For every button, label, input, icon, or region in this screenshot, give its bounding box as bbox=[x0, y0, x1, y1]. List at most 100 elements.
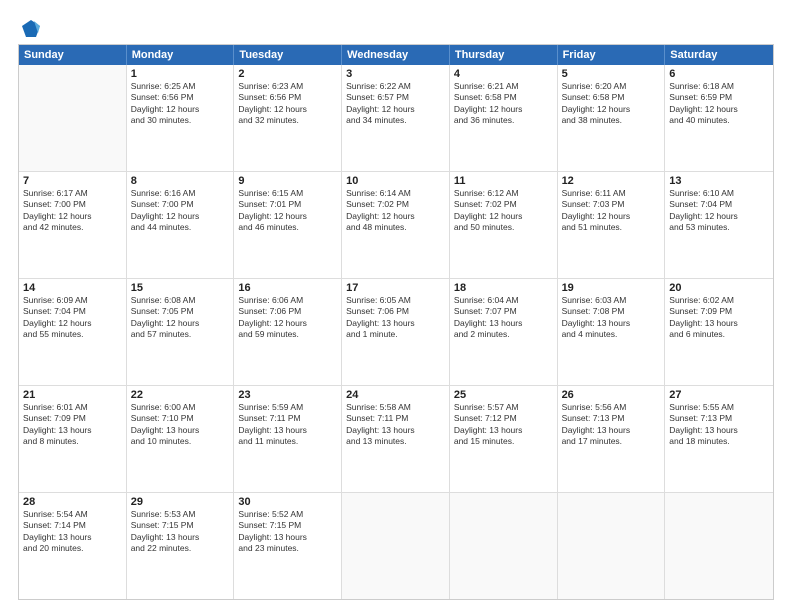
calendar-cell: 14Sunrise: 6:09 AM Sunset: 7:04 PM Dayli… bbox=[19, 279, 127, 385]
day-info: Sunrise: 5:58 AM Sunset: 7:11 PM Dayligh… bbox=[346, 402, 445, 448]
calendar-cell: 16Sunrise: 6:06 AM Sunset: 7:06 PM Dayli… bbox=[234, 279, 342, 385]
day-info: Sunrise: 6:06 AM Sunset: 7:06 PM Dayligh… bbox=[238, 295, 337, 341]
day-number: 20 bbox=[669, 282, 769, 294]
calendar-cell: 5Sunrise: 6:20 AM Sunset: 6:58 PM Daylig… bbox=[558, 65, 666, 171]
calendar-cell bbox=[19, 65, 127, 171]
day-number: 1 bbox=[131, 68, 230, 80]
calendar-cell: 19Sunrise: 6:03 AM Sunset: 7:08 PM Dayli… bbox=[558, 279, 666, 385]
day-number: 11 bbox=[454, 175, 553, 187]
calendar-body: 1Sunrise: 6:25 AM Sunset: 6:56 PM Daylig… bbox=[19, 65, 773, 599]
calendar-cell: 29Sunrise: 5:53 AM Sunset: 7:15 PM Dayli… bbox=[127, 493, 235, 599]
logo bbox=[18, 18, 42, 36]
header-wednesday: Wednesday bbox=[342, 45, 450, 65]
calendar-cell: 28Sunrise: 5:54 AM Sunset: 7:14 PM Dayli… bbox=[19, 493, 127, 599]
day-number: 3 bbox=[346, 68, 445, 80]
calendar-week-2: 7Sunrise: 6:17 AM Sunset: 7:00 PM Daylig… bbox=[19, 171, 773, 278]
calendar-cell: 26Sunrise: 5:56 AM Sunset: 7:13 PM Dayli… bbox=[558, 386, 666, 492]
calendar-cell: 1Sunrise: 6:25 AM Sunset: 6:56 PM Daylig… bbox=[127, 65, 235, 171]
calendar-cell: 4Sunrise: 6:21 AM Sunset: 6:58 PM Daylig… bbox=[450, 65, 558, 171]
day-number: 4 bbox=[454, 68, 553, 80]
day-number: 5 bbox=[562, 68, 661, 80]
calendar-cell: 17Sunrise: 6:05 AM Sunset: 7:06 PM Dayli… bbox=[342, 279, 450, 385]
day-number: 23 bbox=[238, 389, 337, 401]
calendar-cell: 21Sunrise: 6:01 AM Sunset: 7:09 PM Dayli… bbox=[19, 386, 127, 492]
day-number: 2 bbox=[238, 68, 337, 80]
calendar-cell: 10Sunrise: 6:14 AM Sunset: 7:02 PM Dayli… bbox=[342, 172, 450, 278]
day-number: 26 bbox=[562, 389, 661, 401]
logo-icon bbox=[20, 18, 42, 40]
calendar-cell: 24Sunrise: 5:58 AM Sunset: 7:11 PM Dayli… bbox=[342, 386, 450, 492]
calendar-week-3: 14Sunrise: 6:09 AM Sunset: 7:04 PM Dayli… bbox=[19, 278, 773, 385]
day-info: Sunrise: 6:22 AM Sunset: 6:57 PM Dayligh… bbox=[346, 81, 445, 127]
day-number: 24 bbox=[346, 389, 445, 401]
day-number: 7 bbox=[23, 175, 122, 187]
day-info: Sunrise: 5:59 AM Sunset: 7:11 PM Dayligh… bbox=[238, 402, 337, 448]
day-info: Sunrise: 6:14 AM Sunset: 7:02 PM Dayligh… bbox=[346, 188, 445, 234]
day-number: 16 bbox=[238, 282, 337, 294]
header-thursday: Thursday bbox=[450, 45, 558, 65]
header-tuesday: Tuesday bbox=[234, 45, 342, 65]
day-number: 21 bbox=[23, 389, 122, 401]
day-info: Sunrise: 6:18 AM Sunset: 6:59 PM Dayligh… bbox=[669, 81, 769, 127]
day-info: Sunrise: 6:00 AM Sunset: 7:10 PM Dayligh… bbox=[131, 402, 230, 448]
calendar-cell: 30Sunrise: 5:52 AM Sunset: 7:15 PM Dayli… bbox=[234, 493, 342, 599]
day-info: Sunrise: 6:25 AM Sunset: 6:56 PM Dayligh… bbox=[131, 81, 230, 127]
calendar-cell: 8Sunrise: 6:16 AM Sunset: 7:00 PM Daylig… bbox=[127, 172, 235, 278]
day-number: 17 bbox=[346, 282, 445, 294]
day-number: 19 bbox=[562, 282, 661, 294]
day-info: Sunrise: 6:08 AM Sunset: 7:05 PM Dayligh… bbox=[131, 295, 230, 341]
day-number: 9 bbox=[238, 175, 337, 187]
day-number: 25 bbox=[454, 389, 553, 401]
calendar-cell: 27Sunrise: 5:55 AM Sunset: 7:13 PM Dayli… bbox=[665, 386, 773, 492]
header bbox=[18, 18, 774, 36]
day-info: Sunrise: 5:53 AM Sunset: 7:15 PM Dayligh… bbox=[131, 509, 230, 555]
day-info: Sunrise: 6:17 AM Sunset: 7:00 PM Dayligh… bbox=[23, 188, 122, 234]
day-info: Sunrise: 6:12 AM Sunset: 7:02 PM Dayligh… bbox=[454, 188, 553, 234]
calendar-cell bbox=[342, 493, 450, 599]
calendar-cell: 9Sunrise: 6:15 AM Sunset: 7:01 PM Daylig… bbox=[234, 172, 342, 278]
header-sunday: Sunday bbox=[19, 45, 127, 65]
day-info: Sunrise: 6:16 AM Sunset: 7:00 PM Dayligh… bbox=[131, 188, 230, 234]
day-info: Sunrise: 5:52 AM Sunset: 7:15 PM Dayligh… bbox=[238, 509, 337, 555]
day-number: 28 bbox=[23, 496, 122, 508]
day-number: 18 bbox=[454, 282, 553, 294]
calendar-week-5: 28Sunrise: 5:54 AM Sunset: 7:14 PM Dayli… bbox=[19, 492, 773, 599]
day-info: Sunrise: 6:09 AM Sunset: 7:04 PM Dayligh… bbox=[23, 295, 122, 341]
calendar-cell: 2Sunrise: 6:23 AM Sunset: 6:56 PM Daylig… bbox=[234, 65, 342, 171]
day-number: 30 bbox=[238, 496, 337, 508]
calendar-cell: 15Sunrise: 6:08 AM Sunset: 7:05 PM Dayli… bbox=[127, 279, 235, 385]
day-number: 14 bbox=[23, 282, 122, 294]
day-info: Sunrise: 6:10 AM Sunset: 7:04 PM Dayligh… bbox=[669, 188, 769, 234]
day-number: 27 bbox=[669, 389, 769, 401]
day-info: Sunrise: 5:56 AM Sunset: 7:13 PM Dayligh… bbox=[562, 402, 661, 448]
day-number: 15 bbox=[131, 282, 230, 294]
day-number: 12 bbox=[562, 175, 661, 187]
header-friday: Friday bbox=[558, 45, 666, 65]
calendar-cell: 3Sunrise: 6:22 AM Sunset: 6:57 PM Daylig… bbox=[342, 65, 450, 171]
day-info: Sunrise: 6:21 AM Sunset: 6:58 PM Dayligh… bbox=[454, 81, 553, 127]
day-info: Sunrise: 6:23 AM Sunset: 6:56 PM Dayligh… bbox=[238, 81, 337, 127]
calendar-cell: 20Sunrise: 6:02 AM Sunset: 7:09 PM Dayli… bbox=[665, 279, 773, 385]
calendar-cell: 11Sunrise: 6:12 AM Sunset: 7:02 PM Dayli… bbox=[450, 172, 558, 278]
day-info: Sunrise: 5:55 AM Sunset: 7:13 PM Dayligh… bbox=[669, 402, 769, 448]
day-number: 8 bbox=[131, 175, 230, 187]
day-info: Sunrise: 6:15 AM Sunset: 7:01 PM Dayligh… bbox=[238, 188, 337, 234]
calendar-cell: 23Sunrise: 5:59 AM Sunset: 7:11 PM Dayli… bbox=[234, 386, 342, 492]
calendar-cell bbox=[665, 493, 773, 599]
calendar-cell bbox=[558, 493, 666, 599]
day-info: Sunrise: 6:01 AM Sunset: 7:09 PM Dayligh… bbox=[23, 402, 122, 448]
calendar: Sunday Monday Tuesday Wednesday Thursday… bbox=[18, 44, 774, 600]
header-saturday: Saturday bbox=[665, 45, 773, 65]
day-number: 29 bbox=[131, 496, 230, 508]
day-info: Sunrise: 6:11 AM Sunset: 7:03 PM Dayligh… bbox=[562, 188, 661, 234]
calendar-cell: 13Sunrise: 6:10 AM Sunset: 7:04 PM Dayli… bbox=[665, 172, 773, 278]
calendar-cell: 18Sunrise: 6:04 AM Sunset: 7:07 PM Dayli… bbox=[450, 279, 558, 385]
day-number: 22 bbox=[131, 389, 230, 401]
day-info: Sunrise: 6:02 AM Sunset: 7:09 PM Dayligh… bbox=[669, 295, 769, 341]
page: Sunday Monday Tuesday Wednesday Thursday… bbox=[0, 0, 792, 612]
day-info: Sunrise: 5:54 AM Sunset: 7:14 PM Dayligh… bbox=[23, 509, 122, 555]
day-info: Sunrise: 6:03 AM Sunset: 7:08 PM Dayligh… bbox=[562, 295, 661, 341]
day-number: 13 bbox=[669, 175, 769, 187]
calendar-week-1: 1Sunrise: 6:25 AM Sunset: 6:56 PM Daylig… bbox=[19, 65, 773, 171]
day-info: Sunrise: 6:20 AM Sunset: 6:58 PM Dayligh… bbox=[562, 81, 661, 127]
